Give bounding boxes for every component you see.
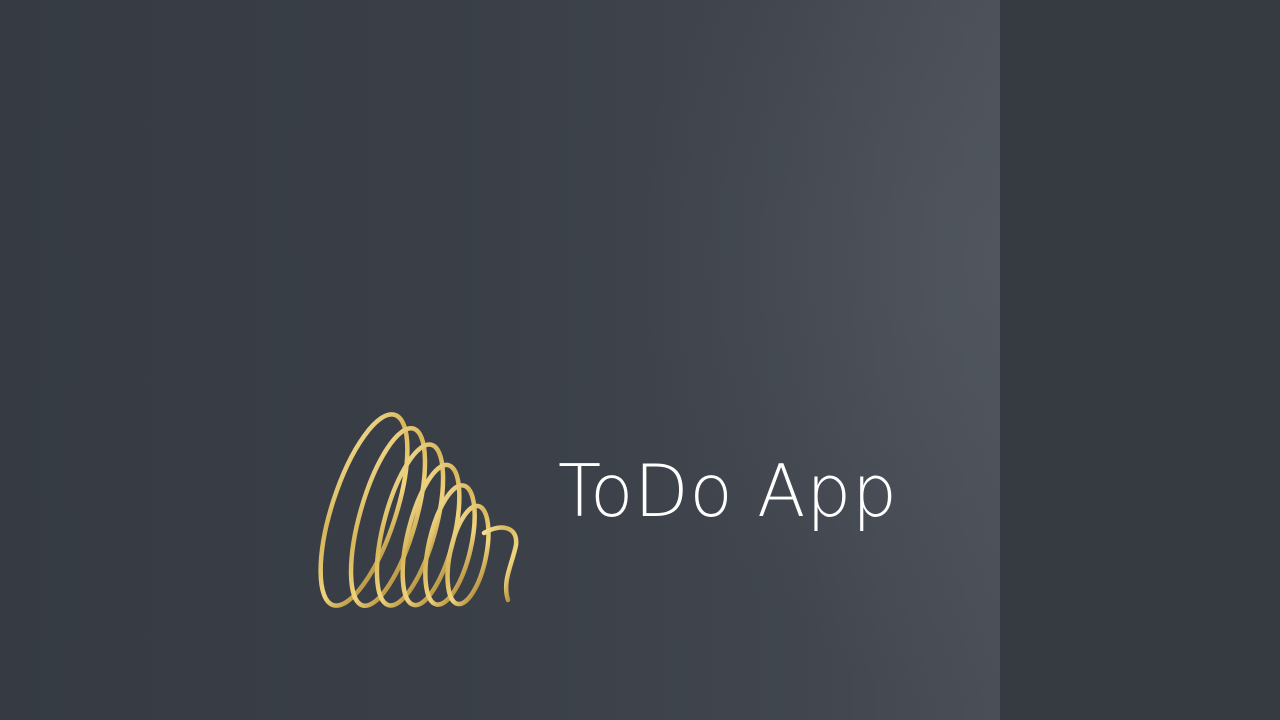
side-panel bbox=[1000, 0, 1280, 720]
app-title: ToDo App bbox=[558, 449, 898, 533]
splash-screen: ToDo App bbox=[0, 0, 1280, 720]
gold-scribble-logo-icon bbox=[318, 412, 519, 609]
